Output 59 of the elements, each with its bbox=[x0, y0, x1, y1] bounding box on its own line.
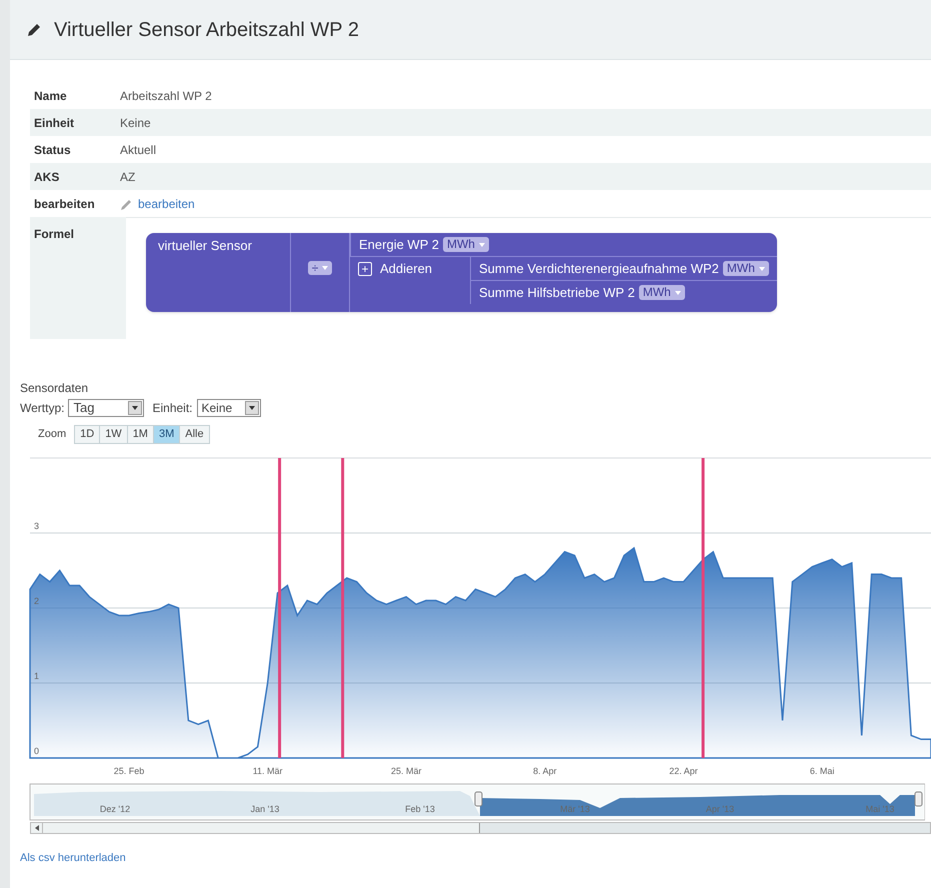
property-value: AZ bbox=[120, 168, 136, 186]
axis-tick-label: 3 bbox=[34, 521, 40, 531]
caret-icon bbox=[758, 266, 765, 270]
axis-tick-label: 11. Mär bbox=[252, 766, 283, 776]
werttyp-dropdown[interactable]: Tag bbox=[68, 399, 144, 417]
caret-icon bbox=[322, 266, 328, 270]
page-title: Virtueller Sensor Arbeitszahl WP 2 bbox=[54, 18, 359, 42]
caret-icon bbox=[248, 406, 254, 410]
caret-icon bbox=[132, 406, 138, 410]
property-label: AKS bbox=[33, 168, 60, 186]
zoom-label: Zoom bbox=[38, 427, 66, 442]
property-label: bearbeiten bbox=[33, 196, 96, 212]
field-label: Werttyp: bbox=[20, 400, 64, 417]
navigator-label: Jan '13 bbox=[250, 804, 280, 814]
property-value: Arbeitszahl WP 2 bbox=[120, 88, 212, 104]
left-arrow-icon bbox=[34, 825, 38, 831]
property-value: Aktuell bbox=[120, 142, 156, 158]
sensor-name: Energie WP 2 bbox=[359, 236, 439, 254]
property-label: Einheit bbox=[33, 114, 76, 132]
navigator-label: Mär '13 bbox=[560, 804, 590, 814]
property-value: Keine bbox=[120, 114, 151, 132]
scrollbar[interactable] bbox=[30, 822, 931, 834]
property-label: Name bbox=[33, 88, 68, 104]
property-label: Status bbox=[33, 142, 72, 158]
zoom-button[interactable]: 3M bbox=[152, 426, 180, 443]
navigator-label: Mai '13 bbox=[866, 804, 894, 814]
navigator-label: Dez '12 bbox=[100, 804, 130, 814]
unit-dropdown[interactable]: MWh bbox=[638, 285, 685, 300]
axis-tick-label: 1 bbox=[34, 671, 40, 681]
sensor-name: Summe Verdichterenergieaufnahme WP2 bbox=[479, 260, 719, 278]
zoom-button[interactable]: 1M bbox=[126, 426, 153, 443]
axis-tick-label: 0 bbox=[34, 746, 40, 756]
unit-dropdown[interactable]: MWh bbox=[442, 237, 489, 252]
navigator-label: Apr '13 bbox=[706, 804, 734, 814]
navigator-label: Feb '13 bbox=[405, 804, 435, 814]
axis-tick-label: 6. Mai bbox=[810, 766, 834, 776]
zoom-button[interactable]: 1D bbox=[75, 426, 100, 443]
caret-icon bbox=[478, 242, 485, 246]
axis-tick-label: 8. Apr bbox=[533, 766, 557, 776]
unit-dropdown[interactable]: MWh bbox=[722, 261, 769, 276]
axis-tick-label: 25. Feb bbox=[114, 766, 144, 776]
operator-dropdown[interactable]: ÷ bbox=[308, 260, 332, 274]
zoom-button[interactable]: Alle bbox=[179, 426, 209, 443]
download-link[interactable]: Als csv herunterladen bbox=[20, 850, 126, 866]
expand-toggle[interactable]: + bbox=[358, 262, 372, 276]
axis-tick-label: 22. Apr bbox=[669, 766, 698, 776]
sensor-name: Summe Hilfsbetriebe WP 2 bbox=[479, 284, 635, 302]
edit-link[interactable]: bearbeiten bbox=[120, 194, 195, 212]
einheit-dropdown[interactable]: Keine bbox=[196, 399, 260, 417]
section-title: Sensordaten bbox=[20, 380, 90, 397]
zoom-button[interactable]: 1W bbox=[99, 426, 127, 443]
formula-label: virtueller Sensor bbox=[158, 238, 252, 253]
caret-icon bbox=[674, 290, 681, 294]
axis-tick-label: 25. Mär bbox=[390, 766, 422, 776]
axis-tick-label: 2 bbox=[34, 596, 40, 606]
group-label: Addieren bbox=[380, 260, 432, 278]
field-label: Einheit: bbox=[152, 400, 192, 417]
property-label: Formel bbox=[34, 227, 74, 241]
pencil-icon bbox=[26, 22, 42, 38]
